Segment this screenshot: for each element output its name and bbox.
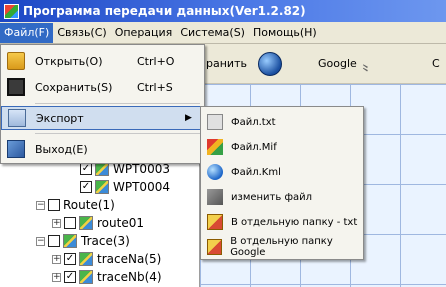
menu-operation[interactable]: Операция [111, 23, 177, 43]
submenu-item-edit[interactable]: изменить файл [201, 186, 363, 208]
submenu-item-txt[interactable]: Файл.txt [201, 111, 363, 133]
waypoint-icon [95, 180, 109, 194]
tree-item-label: Trace(3) [81, 234, 130, 248]
window-title: Программа передачи данных(Ver1.2.82) [23, 4, 306, 18]
toolbar-google-label[interactable]: Google [318, 57, 357, 70]
submenu-item-label: Файл.Mif [231, 141, 277, 153]
tree-item-label: route01 [97, 216, 144, 230]
trace-icon [79, 270, 93, 284]
txt-file-icon [207, 114, 223, 130]
save-disk-icon [7, 78, 25, 96]
menu-separator [35, 133, 200, 134]
tree-item-label: WPT0004 [113, 180, 170, 194]
tree-checkbox[interactable] [64, 217, 76, 229]
submenu-item-label: В отдельную папку - txt [231, 216, 358, 228]
toolbar-edge-label[interactable]: C [432, 57, 440, 70]
menu-item-exit[interactable]: Выход(E) [1, 137, 204, 161]
menu-file[interactable]: Файл(F) [0, 22, 54, 43]
tree-item-route01[interactable]: + route01 [52, 214, 144, 232]
tree-checkbox[interactable] [48, 199, 60, 211]
submenu-item-folder-txt[interactable]: В отдельную папку - txt [201, 211, 363, 233]
menu-help[interactable]: Помощь(H) [249, 23, 321, 43]
tree-item-tracena[interactable]: + ✓ traceNa(5) [52, 250, 161, 268]
folder-google-icon [207, 239, 223, 255]
menu-item-label: Выход(E) [35, 142, 88, 156]
mif-file-icon [207, 139, 223, 155]
menu-item-open[interactable]: Открыть(O) Ctrl+O [1, 49, 204, 73]
submenu-item-label: Файл.Kml [231, 166, 281, 178]
submenu-item-mif[interactable]: Файл.Mif [201, 136, 363, 158]
export-icon [8, 109, 26, 127]
tree-checkbox[interactable] [48, 235, 60, 247]
tree-expander[interactable]: − [36, 236, 45, 246]
menu-item-shortcut: Ctrl+O [137, 54, 175, 68]
submenu-item-label: изменить файл [231, 191, 313, 203]
folder-txt-icon [207, 214, 223, 230]
tree-item-wpt0004[interactable]: ✓ WPT0004 [80, 178, 170, 196]
kml-file-icon [207, 164, 223, 180]
tree-checkbox[interactable]: ✓ [64, 271, 76, 283]
tree-checkbox[interactable]: ✓ [80, 163, 92, 175]
menu-bar: Файл(F) Связь(C) Операция Система(S) Пом… [0, 22, 446, 44]
menu-item-label: Экспорт [36, 111, 84, 125]
submenu-arrow-icon: ▶ [185, 113, 192, 123]
trace-icon [63, 234, 77, 248]
submenu-item-kml[interactable]: Файл.Kml [201, 161, 363, 183]
tree-item-label: traceNb(4) [97, 270, 162, 284]
route-icon [79, 216, 93, 230]
menu-item-label: Сохранить(S) [35, 80, 113, 94]
menu-item-shortcut: Ctrl+S [137, 80, 173, 94]
trace-icon [79, 252, 93, 266]
toolbar-save-label[interactable]: ранить [206, 57, 247, 70]
tree-checkbox[interactable]: ✓ [80, 181, 92, 193]
tree-expander[interactable]: + [52, 254, 61, 264]
app-icon [4, 3, 19, 19]
globe-icon[interactable] [258, 52, 282, 76]
route-squiggle-icon[interactable]: 〟 [362, 50, 386, 75]
exit-icon [7, 140, 25, 158]
tree-expander[interactable]: − [36, 200, 45, 210]
window-titlebar: Программа передачи данных(Ver1.2.82) [0, 0, 446, 22]
submenu-item-label: Файл.txt [231, 116, 276, 128]
submenu-item-label: В отдельную папку Google [230, 236, 333, 258]
tree-item-trace[interactable]: − Trace(3) [36, 232, 130, 250]
tree-item-label: WPT0003 [113, 162, 170, 176]
waypoint-icon [95, 162, 109, 176]
menu-item-export[interactable]: Экспорт ▶ [1, 106, 204, 130]
menu-item-save[interactable]: Сохранить(S) Ctrl+S [1, 75, 204, 99]
submenu-item-folder-google[interactable]: В отдельную папку Google [201, 236, 363, 258]
menu-connection[interactable]: Связь(C) [53, 23, 110, 43]
tree-item-label: traceNa(5) [97, 252, 162, 266]
tree-item-tracenb[interactable]: + ✓ traceNb(4) [52, 268, 162, 286]
tree-item-label: Route(1) [63, 198, 115, 212]
tree-checkbox[interactable]: ✓ [64, 253, 76, 265]
menu-system[interactable]: Система(S) [176, 23, 249, 43]
edit-file-icon [207, 189, 223, 205]
menu-separator [35, 103, 200, 104]
tree-item-route[interactable]: − Route(1) [36, 196, 115, 214]
open-folder-icon [7, 52, 25, 70]
tree-expander[interactable]: + [52, 218, 61, 228]
tree-expander[interactable]: + [52, 272, 61, 282]
export-submenu: Файл.txt Файл.Mif Файл.Kml изменить файл… [200, 106, 364, 260]
file-menu-dropdown: Открыть(O) Ctrl+O Сохранить(S) Ctrl+S Эк… [0, 44, 205, 164]
menu-item-label: Открыть(O) [35, 54, 103, 68]
